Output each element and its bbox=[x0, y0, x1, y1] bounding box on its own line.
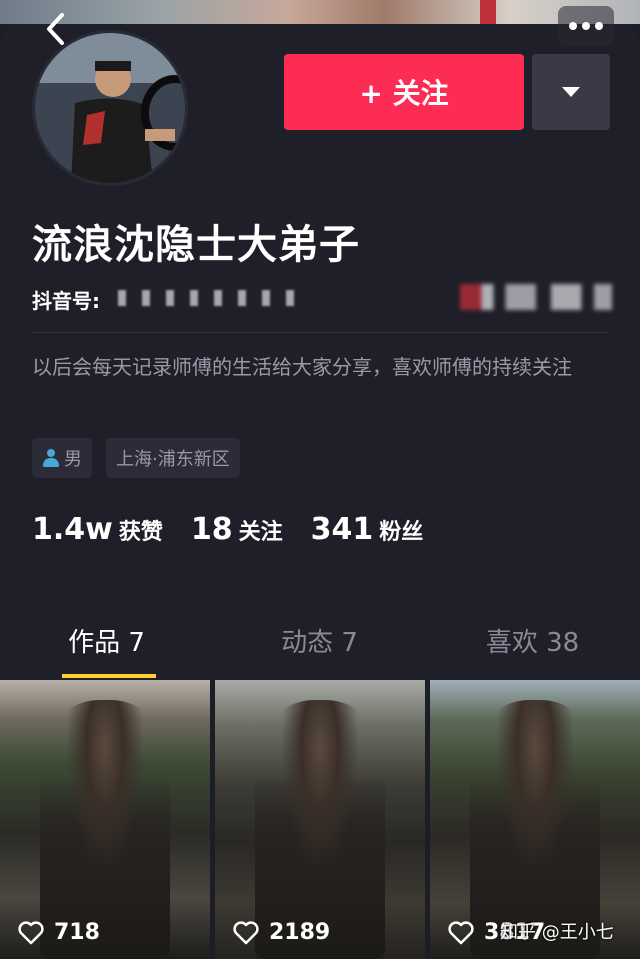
avatar-photo bbox=[35, 33, 185, 183]
video-thumbnail[interactable]: 718 bbox=[0, 680, 210, 959]
tab-likes[interactable]: 喜欢 38 bbox=[426, 622, 639, 659]
stat-label: 获赞 bbox=[118, 520, 163, 545]
stat-value: 341 bbox=[310, 512, 374, 547]
banner-red-detail bbox=[480, 0, 496, 24]
heart-outline-icon bbox=[18, 920, 44, 944]
redacted-info bbox=[460, 284, 612, 310]
video-thumbnail[interactable]: 2189 bbox=[215, 680, 425, 959]
like-count: 718 bbox=[18, 920, 100, 945]
like-count: 2189 bbox=[233, 920, 330, 945]
like-count-value: 718 bbox=[54, 920, 100, 945]
profile-name: 流浪沈隐士大弟子 bbox=[32, 222, 360, 268]
location-tag: 上海·浦东新区 bbox=[106, 438, 240, 478]
account-id-label: 抖音号: bbox=[32, 289, 100, 313]
account-id-redacted bbox=[118, 290, 308, 306]
stats-row: 1.4w 获赞 18 关注 341 粉丝 bbox=[32, 512, 451, 547]
heart-outline-icon bbox=[233, 920, 259, 944]
gender-label: 男 bbox=[64, 449, 82, 470]
avatar[interactable] bbox=[32, 30, 188, 186]
heart-outline-icon bbox=[448, 920, 474, 944]
stat-label: 粉丝 bbox=[379, 520, 424, 545]
like-count-value: 2189 bbox=[269, 920, 331, 945]
stat-following[interactable]: 18 关注 bbox=[191, 512, 283, 547]
bio-text: 以后会每天记录师傅的生活给大家分享，喜欢师傅的持续关注 bbox=[32, 355, 572, 379]
watermark: 知乎 @王小七 bbox=[500, 922, 614, 943]
stat-value: 18 bbox=[190, 512, 233, 547]
back-chevron-icon[interactable] bbox=[38, 12, 72, 46]
tab-works[interactable]: 作品 7 bbox=[0, 622, 213, 659]
top-banner-strip bbox=[0, 0, 640, 24]
person-icon bbox=[42, 448, 59, 468]
active-tab-indicator bbox=[62, 674, 156, 678]
content-tabs: 作品 7 动态 7 喜欢 38 bbox=[0, 610, 640, 680]
stat-value: 1.4w bbox=[32, 512, 113, 547]
stat-likes[interactable]: 1.4w 获赞 bbox=[32, 512, 163, 547]
recommend-dropdown-button[interactable] bbox=[532, 54, 610, 130]
more-dots-icon[interactable] bbox=[558, 6, 614, 46]
gender-tag: 男 bbox=[32, 438, 92, 478]
triangle-down-icon bbox=[562, 87, 580, 97]
follow-button[interactable]: + 关注 bbox=[284, 54, 524, 130]
tab-activity[interactable]: 动态 7 bbox=[213, 622, 426, 659]
divider bbox=[32, 332, 608, 333]
stat-label: 关注 bbox=[238, 520, 283, 545]
stat-followers[interactable]: 341 粉丝 bbox=[311, 512, 424, 547]
